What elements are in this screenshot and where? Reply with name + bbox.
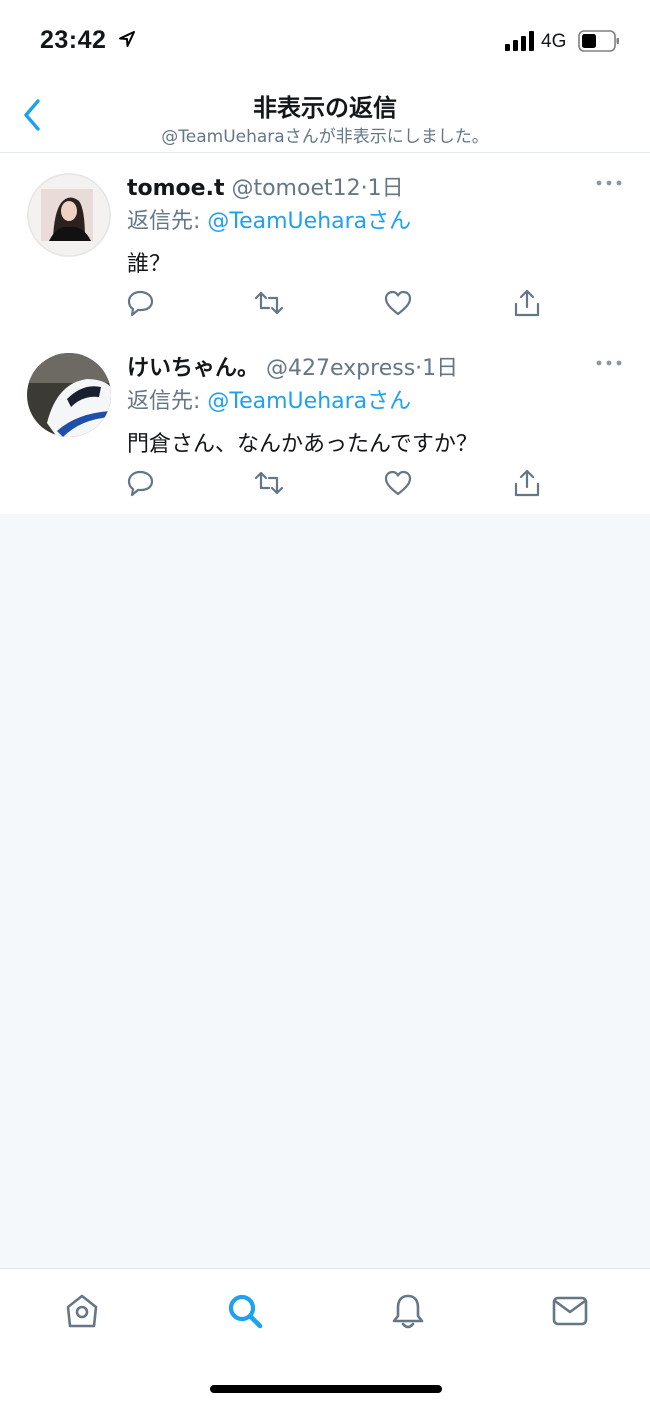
user-handle: @tomoet12 (231, 176, 361, 201)
status-bar: 23:42 4G (0, 0, 650, 80)
user-avatar[interactable] (27, 353, 111, 437)
like-heart-icon[interactable] (383, 468, 413, 498)
page-title: 非表示の返信 (253, 94, 397, 122)
tweet-text: 誰？ (127, 252, 172, 277)
notifications-icon[interactable] (388, 1291, 428, 1331)
tweet-header: tomoe.t @tomoet12·1日 (127, 170, 404, 202)
home-icon[interactable] (62, 1291, 102, 1331)
battery-icon (578, 30, 619, 52)
reply-mention-link[interactable]: @TeamUeharaさん (207, 389, 411, 414)
like-heart-icon[interactable] (383, 288, 413, 318)
tweet-card[interactable]: tomoe.t @tomoet12·1日 返信先: @TeamUeharaさん … (0, 153, 650, 334)
network-type: 4G (541, 31, 567, 52)
reply-icon[interactable] (126, 468, 156, 498)
location-arrow-icon (119, 31, 135, 47)
tweet-text: 門倉さん、なんかあったんですか？ (127, 432, 478, 457)
cellular-signal-icon (505, 31, 534, 51)
reply-icon[interactable] (126, 288, 156, 318)
search-icon[interactable] (225, 1291, 265, 1331)
retweet-icon[interactable] (254, 288, 284, 318)
more-options-icon[interactable] (596, 179, 622, 187)
home-indicator[interactable] (210, 1385, 442, 1393)
user-handle: @427express (266, 356, 416, 381)
reply-to-label: 返信先: (127, 389, 208, 414)
reply-to-line: 返信先: @TeamUeharaさん (127, 203, 411, 235)
tweet-age: 1日 (367, 176, 404, 201)
display-name[interactable]: tomoe.t (127, 176, 224, 201)
display-name[interactable]: けいちゃん。 (127, 356, 259, 381)
messages-icon[interactable] (550, 1291, 590, 1331)
tweet-card[interactable]: けいちゃん。 @427express·1日 返信先: @TeamUeharaさん… (0, 333, 650, 515)
tweet-header: けいちゃん。 @427express·1日 (127, 350, 458, 382)
status-time: 23:42 (40, 26, 107, 54)
more-options-icon[interactable] (596, 359, 622, 367)
tweet-age: 1日 (422, 356, 459, 381)
reply-to-label: 返信先: (127, 209, 208, 234)
page-subtitle: @TeamUeharaさんが非表示にしました。 (161, 127, 489, 147)
share-icon[interactable] (512, 468, 542, 498)
reply-to-line: 返信先: @TeamUeharaさん (127, 383, 411, 415)
navigation-bar: 非表示の返信 @TeamUeharaさんが非表示にしました。 (0, 80, 650, 153)
share-icon[interactable] (512, 288, 542, 318)
dot-separator: · (360, 176, 368, 201)
reply-mention-link[interactable]: @TeamUeharaさん (207, 209, 411, 234)
user-avatar[interactable] (27, 173, 111, 257)
empty-content-area (0, 514, 650, 1268)
retweet-icon[interactable] (254, 468, 284, 498)
